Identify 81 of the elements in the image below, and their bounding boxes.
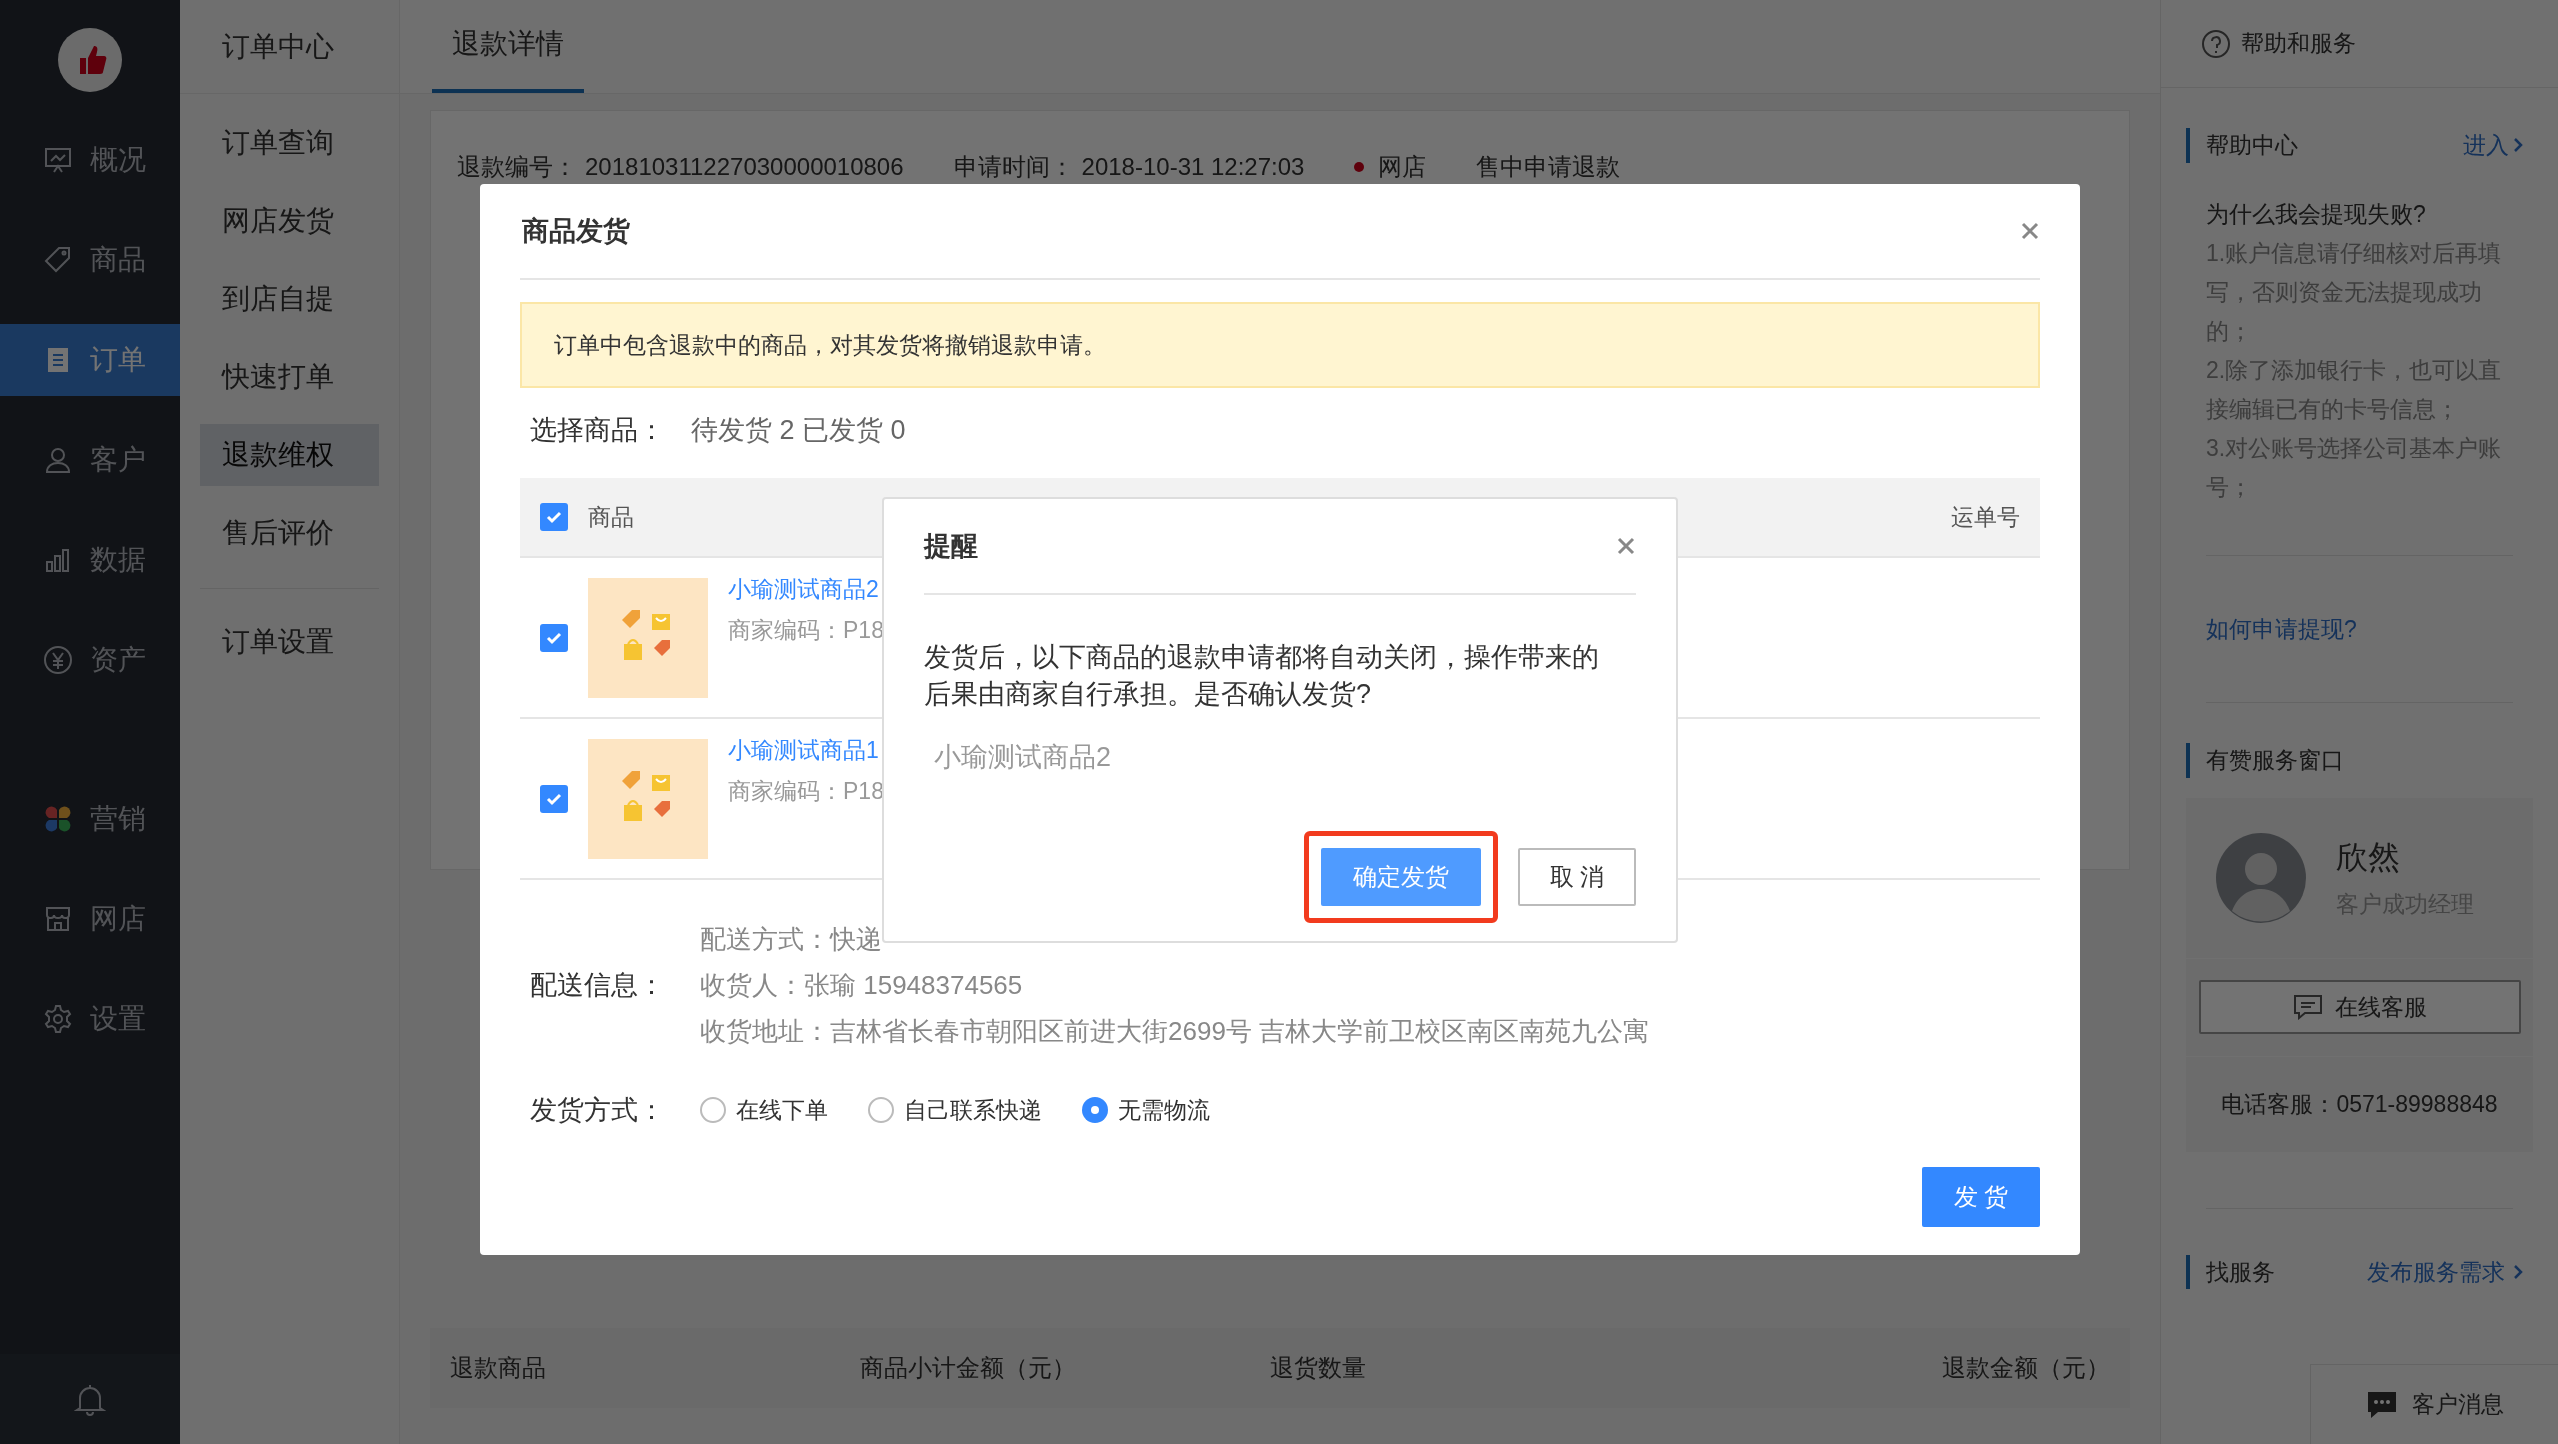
radio-option[interactable]: 在线下单 (700, 1093, 828, 1128)
refund-number: 201810311227030000010806 (585, 152, 904, 182)
ship-button[interactable]: 发 货 (1922, 1166, 2040, 1227)
sidebar-item[interactable]: 数据 (0, 524, 180, 596)
subnav-item[interactable]: 订单设置 (200, 611, 379, 673)
radio-button[interactable] (700, 1097, 726, 1124)
refund-number-label: 退款编号： (457, 152, 577, 182)
publish-link[interactable]: 发布服务需求 (2367, 1254, 2523, 1289)
apply-time-label: 申请时间： (953, 152, 1074, 182)
delivery-detail: 配送方式：快递 (700, 923, 883, 956)
chat-icon (2292, 994, 2323, 1020)
close-icon[interactable] (2020, 221, 2040, 241)
column-header: 商品小计金额（元） (860, 1353, 1077, 1383)
product-link[interactable]: 小瑜测试商品1 (728, 733, 884, 768)
sidebar-item[interactable]: 概况 (0, 124, 180, 196)
subnav-item[interactable]: 订单查询 (200, 112, 379, 174)
column-header: 退款金额（元） (1942, 1353, 2110, 1383)
method-label: 发货方式： (530, 1094, 666, 1127)
settings-icon (42, 1003, 74, 1035)
radio-option[interactable]: 无需物流 (1082, 1093, 1210, 1128)
chevron-icon (2513, 137, 2523, 154)
help-icon (2201, 28, 2231, 59)
notice-banner: 订单中包含退款中的商品，对其发货将撤销退款申请。 (520, 302, 2040, 388)
column-header: 运单号 (1951, 502, 2020, 532)
faq-link[interactable]: 如何申请提现? (2206, 615, 2357, 642)
sidebar-item[interactable]: 资产 (0, 624, 180, 696)
select-label: 选择商品： (530, 413, 665, 447)
subnav-item[interactable]: 售后评价 (200, 502, 379, 564)
section-title: 帮助中心 (2206, 131, 2298, 160)
checkbox[interactable] (540, 503, 568, 531)
column-header: 退货数量 (1270, 1353, 1367, 1383)
merchant-code: 商家编码：P18 (728, 776, 884, 806)
cancel-button[interactable]: 取 消 (1518, 847, 1636, 906)
confirm-ship-button[interactable]: 确定发货 (1321, 847, 1481, 906)
radio-option[interactable]: 自己联系快递 (868, 1093, 1042, 1128)
column-header: 退款商品 (450, 1353, 547, 1383)
affected-product: 小瑜测试商品2 (933, 741, 1113, 774)
sidebar-item[interactable]: 设置 (0, 983, 180, 1055)
section-title: 有赞服务窗口 (2206, 747, 2344, 773)
chevron-icon (2513, 1263, 2523, 1280)
radio-button[interactable] (868, 1097, 894, 1124)
sidebar-item[interactable]: 网店 (0, 883, 180, 955)
phone-service: 电话客服：0571-89988848 (2221, 1089, 2498, 1119)
online-service-button[interactable]: 在线客服 (2198, 980, 2521, 1034)
merchant-code: 商家编码：P18 (728, 615, 884, 645)
customer-message-button[interactable]: 客户消息 (2310, 1364, 2558, 1444)
sidebar-item[interactable]: 商品 (0, 224, 180, 296)
alert-title: 提醒 (924, 529, 978, 563)
tab[interactable]: 退款详情 (432, 0, 584, 93)
section-title: 找服务 (2206, 1257, 2275, 1287)
close-icon[interactable] (1616, 536, 1636, 556)
subnav-item[interactable]: 到店自提 (200, 268, 379, 330)
yen-icon (42, 644, 74, 676)
manager-name: 欣然 (2336, 838, 2401, 878)
subnav-item[interactable]: 快速打单 (200, 346, 379, 408)
sidebar-item[interactable]: 客户 (0, 424, 180, 496)
subnav-item[interactable]: 网店发货 (200, 190, 379, 252)
dialog-title: 商品发货 (522, 214, 630, 248)
checkbox[interactable] (540, 623, 568, 652)
subnav-title: 订单中心 (222, 29, 334, 64)
faq-question: 为什么我会提现失败? (2206, 199, 2427, 229)
sidebar-item[interactable]: 营销 (0, 783, 180, 855)
logo-icon[interactable] (58, 28, 122, 92)
radio-button[interactable] (1082, 1097, 1108, 1124)
delivery-detail: 收货地址：吉林省长春市朝阳区前进大街2699号 吉林大学前卫校区南区南苑九公寓 (700, 1015, 1650, 1048)
column-header: 商品 (588, 502, 635, 532)
subnav-item[interactable]: 退款维权 (200, 424, 379, 486)
message-icon (2365, 1389, 2398, 1420)
panel-title: 帮助和服务 (2241, 29, 2356, 59)
channel-label: 网店 (1378, 152, 1427, 182)
enter-link[interactable]: 进入 (2463, 128, 2523, 163)
bell-icon[interactable] (74, 1382, 106, 1416)
select-count: 待发货 2 已发货 0 (691, 413, 906, 447)
delivery-label: 配送信息： (530, 968, 665, 1002)
checkbox[interactable] (540, 784, 568, 813)
alert-message: 发货后，以下商品的退款申请都将自动关闭，操作带来的后果由商家自行承担。是否确认发货? (924, 641, 1600, 711)
sidebar-item[interactable]: 订单 (0, 324, 180, 396)
apply-time: 2018-10-31 12:27:03 (1081, 152, 1305, 182)
delivery-detail: 收货人：张瑜 15948374565 (700, 969, 1024, 1002)
product-link[interactable]: 小瑜测试商品2 (728, 572, 884, 607)
refund-status: 售中申请退款 (1476, 152, 1621, 182)
